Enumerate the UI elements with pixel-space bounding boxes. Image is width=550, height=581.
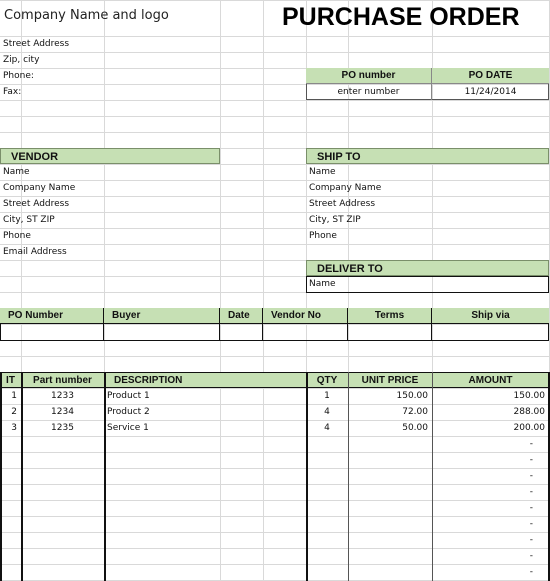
item-amount-empty: - — [529, 487, 533, 497]
order-info-value[interactable] — [348, 324, 432, 340]
deliver-to-header: DELIVER TO — [306, 260, 549, 276]
company-info-line[interactable]: Fax: — [0, 84, 104, 100]
gridline-horizontal — [0, 116, 550, 117]
item-amount-empty: - — [529, 503, 533, 513]
order-info-value[interactable] — [0, 324, 104, 340]
items-header: Part number — [21, 372, 104, 388]
item-amount-empty: - — [529, 455, 533, 465]
item-amount: 288.00 — [513, 407, 546, 417]
item-unit-price[interactable]: 50.00 — [348, 420, 432, 436]
items-header: IT — [0, 372, 21, 388]
vendor-field[interactable]: Name — [0, 164, 104, 180]
gridline-horizontal — [0, 0, 550, 1]
vendor-field[interactable]: Street Address — [0, 196, 104, 212]
items-header: QTY — [306, 372, 348, 388]
order-info-value[interactable] — [432, 324, 549, 340]
item-amount-empty: - — [529, 535, 533, 545]
ship-to-header: SHIP TO — [306, 148, 549, 164]
item-amount-empty: - — [529, 471, 533, 481]
company-info-line[interactable]: Phone: — [0, 68, 104, 84]
po-number-header: PO number — [306, 68, 432, 84]
order-info-value[interactable] — [104, 324, 220, 340]
item-amount: 200.00 — [513, 423, 546, 433]
ship-to-field[interactable]: Phone — [306, 228, 432, 244]
ship-to-field[interactable]: Company Name — [306, 180, 432, 196]
items-column-border — [306, 372, 308, 581]
order-info-header: Date — [220, 308, 263, 324]
items-column-border — [0, 372, 2, 581]
item-number[interactable]: 1 — [0, 388, 21, 404]
item-description[interactable]: Service 1 — [104, 420, 306, 436]
gridline-horizontal — [0, 356, 550, 357]
items-column-border — [21, 372, 23, 581]
vendor-field[interactable]: City, ST ZIP — [0, 212, 104, 228]
items-header: AMOUNT — [432, 372, 549, 388]
ship-to-field[interactable]: City, ST ZIP — [306, 212, 432, 228]
po-date-field[interactable]: 11/24/2014 — [432, 84, 549, 100]
ship-to-field[interactable]: Name — [306, 164, 432, 180]
vendor-header: VENDOR — [0, 148, 220, 164]
order-info-header: Buyer — [104, 308, 220, 324]
item-amount-empty: - — [529, 519, 533, 529]
item-amount-empty: - — [529, 439, 533, 449]
item-qty[interactable]: 4 — [306, 404, 348, 420]
items-header: UNIT PRICE — [348, 372, 432, 388]
item-part-number[interactable]: 1235 — [21, 420, 104, 436]
purchase-order-title[interactable]: PURCHASE ORDER — [282, 3, 520, 32]
company-info-line[interactable]: Street Address — [0, 36, 104, 52]
items-column-border — [348, 372, 349, 581]
gridline-vertical — [220, 0, 221, 581]
items-header: DESCRIPTION — [104, 372, 306, 388]
order-info-header: Vendor No — [263, 308, 348, 324]
item-qty[interactable]: 1 — [306, 388, 348, 404]
item-unit-price[interactable]: 150.00 — [348, 388, 432, 404]
item-part-number[interactable]: 1233 — [21, 388, 104, 404]
item-amount-empty: - — [529, 551, 533, 561]
item-amount: 150.00 — [513, 391, 546, 401]
items-column-border — [432, 372, 433, 581]
company-info-line[interactable]: Zip, city — [0, 52, 104, 68]
po-number-field[interactable]: enter number — [306, 84, 432, 100]
item-number[interactable]: 2 — [0, 404, 21, 420]
gridline-horizontal — [0, 132, 550, 133]
company-name-logo[interactable]: Company Name and logo — [4, 8, 169, 23]
item-unit-price[interactable]: 72.00 — [348, 404, 432, 420]
item-description[interactable]: Product 1 — [104, 388, 306, 404]
vendor-field[interactable]: Company Name — [0, 180, 104, 196]
order-info-value[interactable] — [220, 324, 263, 340]
order-info-header: Ship via — [432, 308, 549, 324]
vendor-field[interactable]: Phone — [0, 228, 104, 244]
gridline-horizontal — [0, 100, 550, 101]
gridline-vertical — [263, 0, 264, 581]
vendor-field[interactable]: Email Address — [0, 244, 104, 260]
order-info-header: PO Number — [0, 308, 104, 324]
order-info-header: Terms — [348, 308, 432, 324]
item-amount-empty: - — [529, 567, 533, 577]
item-description[interactable]: Product 2 — [104, 404, 306, 420]
order-info-value[interactable] — [263, 324, 348, 340]
ship-to-field[interactable]: Street Address — [306, 196, 432, 212]
deliver-to-field[interactable]: Name — [306, 276, 432, 292]
item-number[interactable]: 3 — [0, 420, 21, 436]
items-column-border — [548, 372, 550, 581]
item-qty[interactable]: 4 — [306, 420, 348, 436]
item-part-number[interactable]: 1234 — [21, 404, 104, 420]
items-column-border — [104, 372, 106, 581]
po-date-header: PO DATE — [432, 68, 549, 84]
